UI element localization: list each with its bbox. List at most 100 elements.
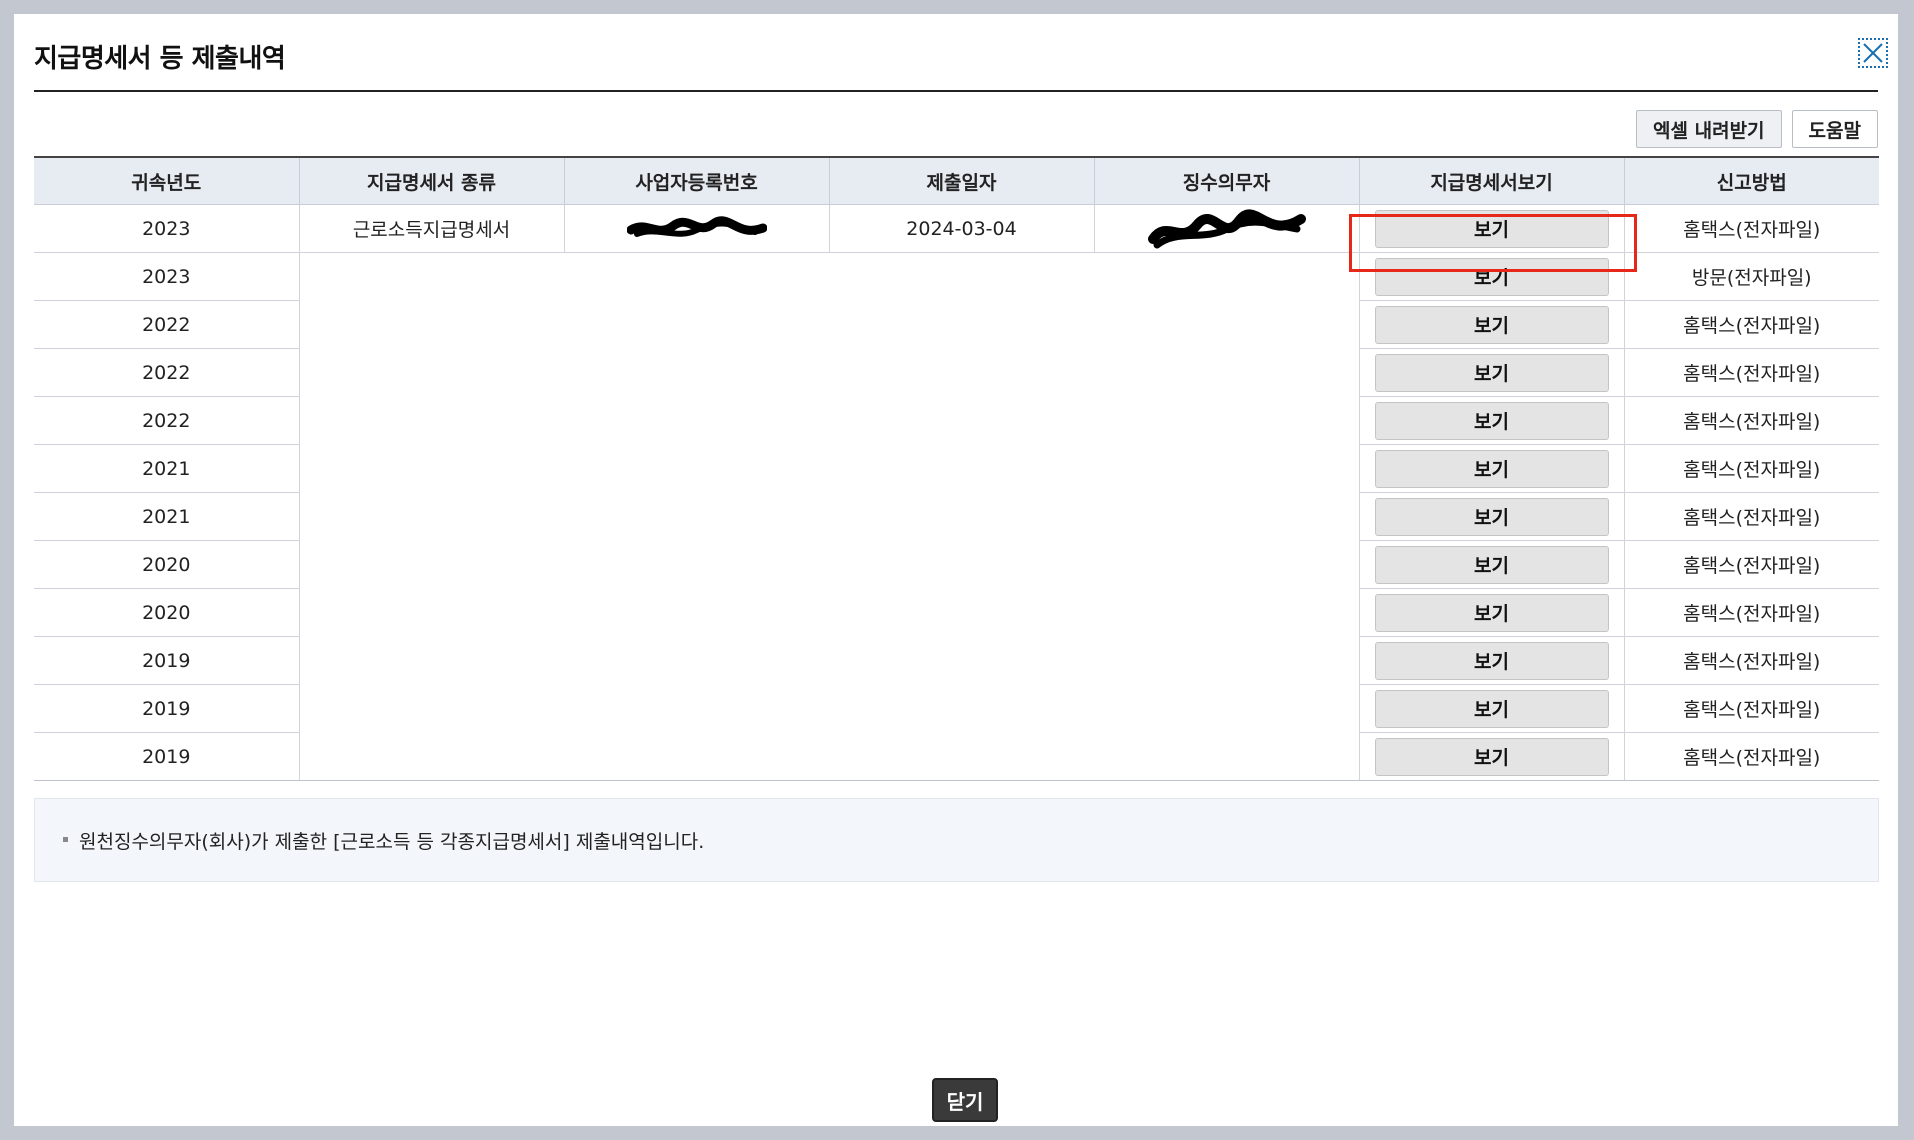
table-row: 2022 보기 홈택스(전자파일) [34, 396, 1879, 445]
cell-business-number [563, 204, 829, 253]
view-statement-button[interactable]: 보기 [1374, 737, 1609, 776]
cell-method: 홈택스(전자파일) [1623, 540, 1879, 589]
cell-view: 보기 [1358, 204, 1624, 253]
cell-blank [298, 252, 564, 301]
cell-year: 2022 [34, 300, 299, 349]
cell-year: 2023 [34, 204, 299, 253]
table-row: 2019 보기 홈택스(전자파일) [34, 732, 1879, 781]
cell-blank [564, 637, 829, 685]
header-report-method: 신고방법 [1623, 156, 1879, 205]
cell-view: 보기 [1358, 444, 1624, 493]
cell-blank [298, 348, 564, 397]
table-row: 2021 보기 홈택스(전자파일) [34, 492, 1879, 541]
close-button[interactable]: 닫기 [932, 1078, 998, 1122]
cell-blank [829, 541, 1094, 589]
cell-year: 2020 [34, 540, 299, 589]
redacted-scribble [1147, 209, 1306, 248]
table-row: 2023 근로소득지급명세서 2024-03-04 보기 홈택스(전자파일) [34, 204, 1879, 253]
cell-blank [829, 637, 1094, 685]
info-notice: 원천징수의무자(회사)가 제출한 [근로소득 등 각종지급명세서] 제출내역입니… [34, 798, 1879, 882]
cell-blank [1094, 732, 1359, 781]
view-statement-button[interactable]: 보기 [1374, 641, 1609, 680]
dialog-title: 지급명세서 등 제출내역 [34, 44, 286, 74]
header-business-number: 사업자등록번호 [563, 156, 829, 205]
table-row: 2022 보기 홈택스(전자파일) [34, 300, 1879, 349]
cell-blank [1094, 589, 1359, 637]
header-statement-type: 지급명세서 종류 [298, 156, 564, 205]
cell-blank [1094, 637, 1359, 685]
cell-view: 보기 [1358, 540, 1624, 589]
view-statement-button[interactable]: 보기 [1374, 449, 1609, 488]
cell-view: 보기 [1358, 684, 1624, 733]
table-row: 2021 보기 홈택스(전자파일) [34, 444, 1879, 493]
cell-year: 2023 [34, 252, 299, 301]
cell-blank [298, 588, 564, 637]
cell-method: 홈택스(전자파일) [1623, 300, 1879, 349]
cell-method: 홈택스(전자파일) [1623, 492, 1879, 541]
view-statement-button[interactable]: 보기 [1374, 209, 1609, 248]
cell-method: 홈택스(전자파일) [1623, 204, 1879, 253]
cell-blank [829, 685, 1094, 733]
view-statement-button[interactable]: 보기 [1374, 545, 1609, 584]
cell-method: 홈택스(전자파일) [1623, 444, 1879, 493]
cell-blank [1094, 445, 1359, 493]
submission-history-dialog: 지급명세서 등 제출내역 엑셀 내려받기 도움말 귀속년도 지급명세서 종류 사… [14, 14, 1898, 1126]
view-statement-button[interactable]: 보기 [1374, 257, 1609, 296]
cell-year: 2022 [34, 396, 299, 445]
redacted-scribble [626, 215, 767, 237]
cell-withholding-agent [1093, 204, 1359, 253]
help-button[interactable]: 도움말 [1791, 110, 1878, 148]
table-row: 2020 보기 홈택스(전자파일) [34, 588, 1879, 637]
view-statement-button[interactable]: 보기 [1374, 353, 1609, 392]
cell-method: 홈택스(전자파일) [1623, 348, 1879, 397]
cell-blank [298, 444, 564, 493]
cell-method: 홈택스(전자파일) [1623, 636, 1879, 685]
header-submit-date: 제출일자 [828, 156, 1094, 205]
cell-blank [564, 589, 829, 637]
cell-blank [1094, 493, 1359, 541]
cell-submit-date: 2024-03-04 [828, 204, 1094, 253]
cell-blank [829, 589, 1094, 637]
close-x-icon[interactable] [1858, 38, 1888, 68]
header-withholding-agent: 징수의무자 [1093, 156, 1359, 205]
cell-blank [829, 253, 1094, 301]
cell-blank [564, 445, 829, 493]
cell-blank [298, 300, 564, 349]
cell-blank [298, 684, 564, 733]
cell-view: 보기 [1358, 588, 1624, 637]
cell-blank [564, 301, 829, 349]
cell-year: 2021 [34, 492, 299, 541]
table-row: 2019 보기 홈택스(전자파일) [34, 684, 1879, 733]
action-buttons: 엑셀 내려받기 도움말 [1636, 110, 1878, 148]
cell-blank [564, 349, 829, 397]
cell-blank [298, 732, 564, 781]
cell-blank [298, 396, 564, 445]
cell-year: 2021 [34, 444, 299, 493]
view-statement-button[interactable]: 보기 [1374, 689, 1609, 728]
cell-blank [1094, 301, 1359, 349]
cell-statement-type: 근로소득지급명세서 [298, 204, 564, 253]
cell-blank [1094, 349, 1359, 397]
cell-blank [298, 540, 564, 589]
cell-blank [298, 636, 564, 685]
cell-blank [564, 253, 829, 301]
table-header-row: 귀속년도 지급명세서 종류 사업자등록번호 제출일자 징수의무자 지급명세서보기… [34, 156, 1879, 205]
view-statement-button[interactable]: 보기 [1374, 401, 1609, 440]
view-statement-button[interactable]: 보기 [1374, 305, 1609, 344]
cell-view: 보기 [1358, 348, 1624, 397]
view-statement-button[interactable]: 보기 [1374, 497, 1609, 536]
cell-year: 2019 [34, 684, 299, 733]
cell-method: 홈택스(전자파일) [1623, 732, 1879, 781]
submission-table: 귀속년도 지급명세서 종류 사업자등록번호 제출일자 징수의무자 지급명세서보기… [34, 156, 1879, 781]
cell-blank [1094, 397, 1359, 445]
cell-view: 보기 [1358, 300, 1624, 349]
excel-download-button[interactable]: 엑셀 내려받기 [1636, 110, 1782, 148]
cell-blank [564, 541, 829, 589]
header-year: 귀속년도 [34, 156, 299, 205]
cell-blank [564, 397, 829, 445]
cell-method: 홈택스(전자파일) [1623, 588, 1879, 637]
cell-view: 보기 [1358, 252, 1624, 301]
table-row: 2019 보기 홈택스(전자파일) [34, 636, 1879, 685]
view-statement-button[interactable]: 보기 [1374, 593, 1609, 632]
dialog-header: 지급명세서 등 제출내역 [34, 26, 1888, 92]
